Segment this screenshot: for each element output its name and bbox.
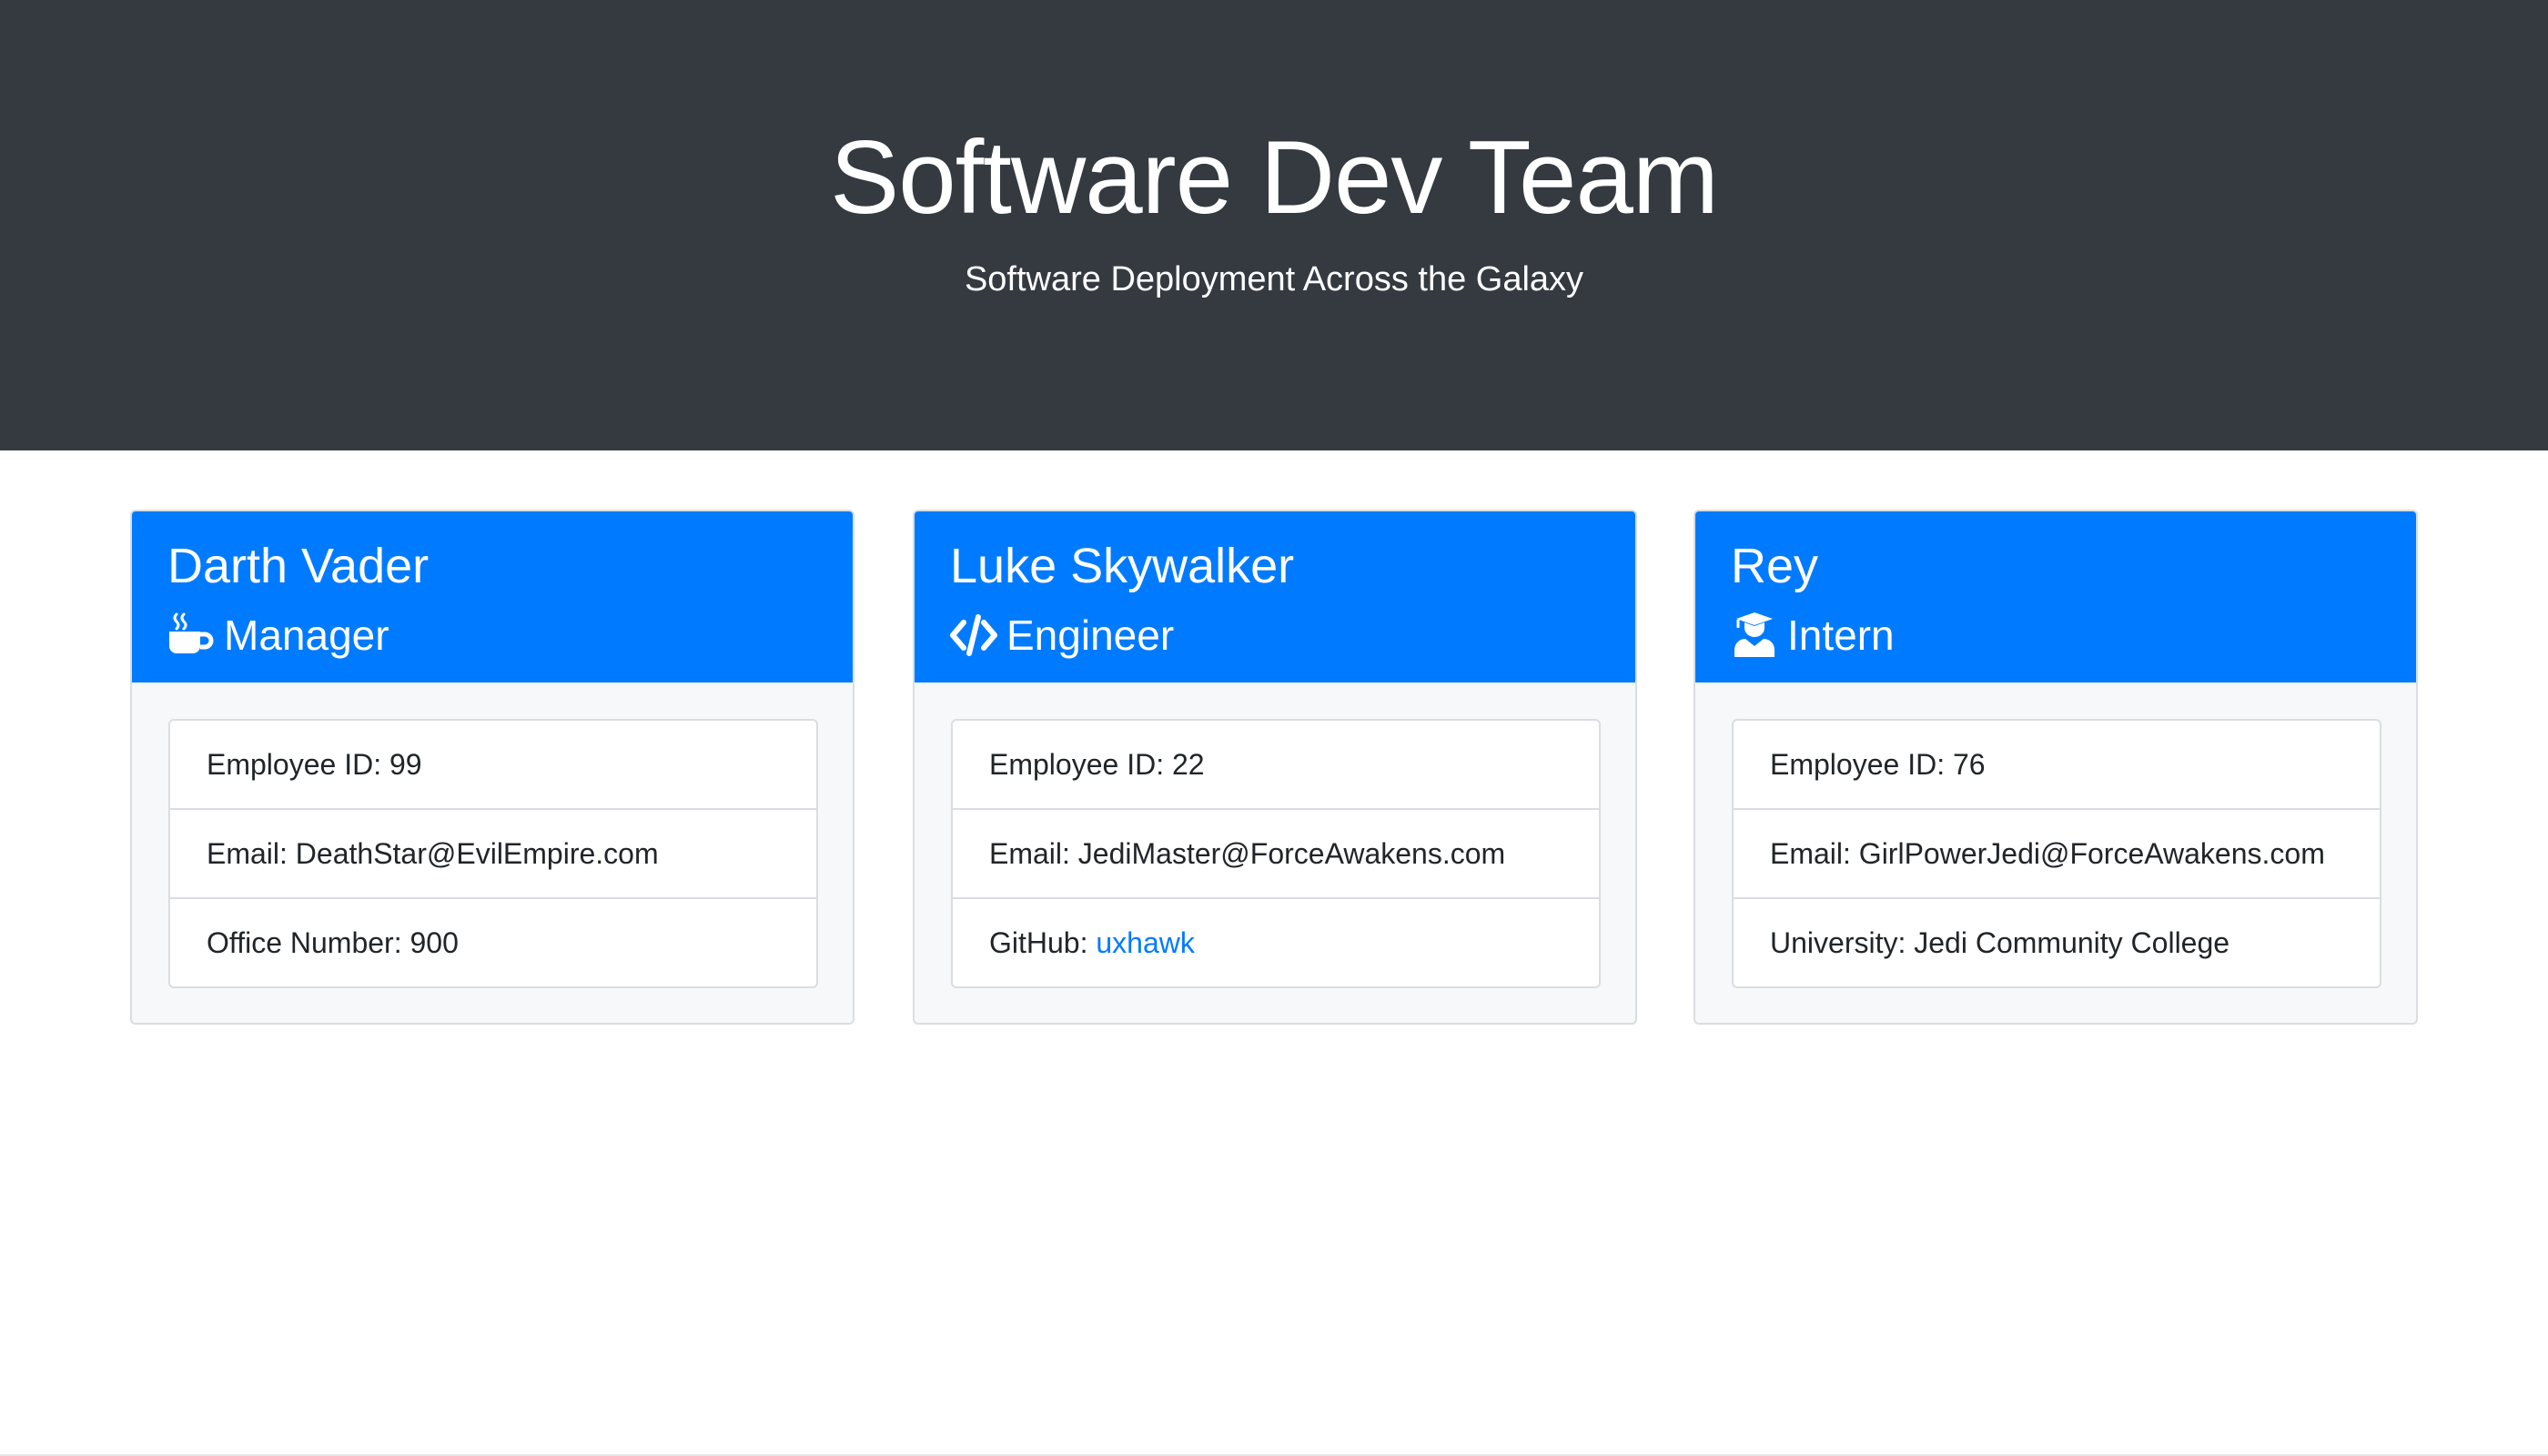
mug-hot-icon (167, 612, 215, 659)
jumbotron-header: Software Dev Team Software Deployment Ac… (0, 0, 2548, 450)
employee-id-value: 99 (389, 748, 422, 781)
employee-role: Engineer (950, 606, 1174, 664)
page-title: Software Dev Team (830, 120, 1719, 236)
employee-email-label: Email: (1770, 837, 1859, 870)
github-link[interactable]: uxhawk (1096, 926, 1195, 959)
employee-card-engineer: Luke Skywalker Engineer Employee ID: 22 … (913, 510, 1637, 1025)
employee-id-label: Employee ID: (1770, 748, 1953, 781)
employee-email-value: GirlPowerJedi@ForceAwakens.com (1858, 837, 2325, 870)
employee-id-item: Employee ID: 76 (1734, 721, 2380, 808)
employee-id-label: Employee ID: (207, 748, 389, 781)
github-label: GitHub: (989, 926, 1097, 959)
employee-id-value: 22 (1171, 748, 1205, 781)
employee-role-label: Intern (1787, 612, 1895, 659)
employee-email-value: JediMaster@ForceAwakens.com (1077, 837, 1506, 870)
office-number-item: Office Number: 900 (170, 897, 816, 986)
employee-name: Rey (1731, 539, 1819, 593)
employee-details-list: Employee ID: 76 Email: GirlPowerJedi@For… (1732, 719, 2381, 988)
university-label: University: (1770, 926, 1915, 959)
employee-role-label: Manager (224, 612, 389, 659)
employee-card-intern: Rey Intern Employee ID: 76 Email: GirlPo… (1694, 510, 2418, 1025)
code-icon (950, 612, 997, 659)
employee-id-label: Employee ID: (989, 748, 1172, 781)
page: Software Dev Team Software Deployment Ac… (0, 0, 2548, 1456)
employee-email-item: Email: GirlPowerJedi@ForceAwakens.com (1734, 808, 2380, 897)
employee-details-list: Employee ID: 22 Email: JediMaster@ForceA… (951, 719, 1601, 988)
employee-email-label: Email: (207, 837, 296, 870)
employee-email-value: DeathStar@EvilEmpire.com (295, 837, 659, 870)
employee-id-value: 76 (1952, 748, 1986, 781)
github-item: GitHub: uxhawk (953, 897, 1599, 986)
office-number-value: 900 (410, 926, 459, 959)
employee-role: Intern (1731, 606, 1895, 664)
employee-email-label: Email: (989, 837, 1078, 870)
university-value: Jedi Community College (1914, 926, 2230, 959)
card-header: Rey Intern (1695, 511, 2416, 682)
employee-id-item: Employee ID: 22 (953, 721, 1599, 808)
employee-role: Manager (167, 606, 389, 664)
employee-name: Luke Skywalker (950, 539, 1295, 593)
employee-card-manager: Darth Vader Manager Employee ID: 99 Emai… (130, 510, 854, 1025)
employee-email-item: Email: JediMaster@ForceAwakens.com (953, 808, 1599, 897)
graduate-icon (1731, 612, 1778, 659)
employee-role-label: Engineer (1006, 612, 1175, 659)
employee-details-list: Employee ID: 99 Email: DeathStar@EvilEmp… (168, 719, 818, 988)
office-number-label: Office Number: (207, 926, 410, 959)
page-subtitle: Software Deployment Across the Galaxy (964, 260, 1584, 298)
university-item: University: Jedi Community College (1734, 897, 2380, 986)
employee-id-item: Employee ID: 99 (170, 721, 816, 808)
card-header: Darth Vader Manager (132, 511, 853, 682)
card-header: Luke Skywalker Engineer (915, 511, 1635, 682)
employee-name: Darth Vader (167, 539, 430, 593)
employee-email-item: Email: DeathStar@EvilEmpire.com (170, 808, 816, 897)
